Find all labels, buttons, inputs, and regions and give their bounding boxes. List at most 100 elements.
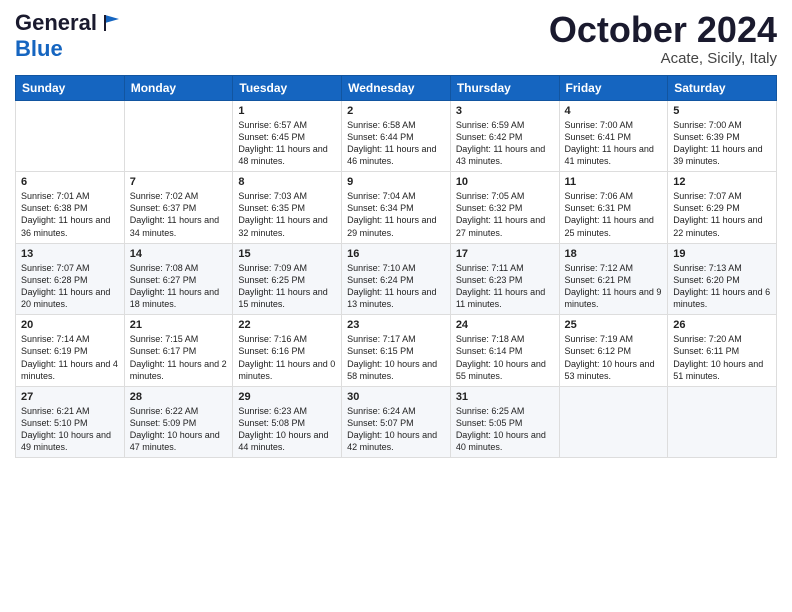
day-number: 24 (456, 319, 554, 331)
cell-info: Sunrise: 7:12 AM Sunset: 6:21 PM Dayligh… (565, 262, 663, 311)
cell-0-5: 4Sunrise: 7:00 AM Sunset: 6:41 PM Daylig… (559, 100, 668, 172)
day-number: 1 (238, 105, 336, 117)
cell-2-6: 19Sunrise: 7:13 AM Sunset: 6:20 PM Dayli… (668, 243, 777, 315)
cell-info: Sunrise: 7:05 AM Sunset: 6:32 PM Dayligh… (456, 190, 554, 239)
day-number: 28 (130, 391, 228, 403)
cell-info: Sunrise: 6:22 AM Sunset: 5:09 PM Dayligh… (130, 405, 228, 454)
header-friday: Friday (559, 75, 668, 100)
location: Acate, Sicily, Italy (549, 50, 777, 67)
cell-info: Sunrise: 7:11 AM Sunset: 6:23 PM Dayligh… (456, 262, 554, 311)
day-number: 22 (238, 319, 336, 331)
cell-info: Sunrise: 7:03 AM Sunset: 6:35 PM Dayligh… (238, 190, 336, 239)
cell-info: Sunrise: 6:21 AM Sunset: 5:10 PM Dayligh… (21, 405, 119, 454)
cell-info: Sunrise: 7:16 AM Sunset: 6:16 PM Dayligh… (238, 333, 336, 382)
cell-3-6: 26Sunrise: 7:20 AM Sunset: 6:11 PM Dayli… (668, 315, 777, 387)
day-number: 12 (673, 176, 771, 188)
cell-info: Sunrise: 7:09 AM Sunset: 6:25 PM Dayligh… (238, 262, 336, 311)
cell-info: Sunrise: 7:08 AM Sunset: 6:27 PM Dayligh… (130, 262, 228, 311)
day-number: 19 (673, 248, 771, 260)
day-number: 8 (238, 176, 336, 188)
cell-0-2: 1 Sunrise: 6:57 AM Sunset: 6:45 PM Daylig… (233, 100, 342, 172)
cell-info: Sunrise: 6:24 AM Sunset: 5:07 PM Dayligh… (347, 405, 445, 454)
cell-1-2: 8 Sunrise: 7:03 AM Sunset: 6:35 PM Daylig… (233, 172, 342, 244)
logo-general-text: General (15, 10, 97, 36)
logo-flag-icon (101, 11, 123, 33)
day-number: 25 (565, 319, 663, 331)
cell-4-3: 30 Sunrise: 6:24 AM Sunset: 5:07 PM Dayli… (342, 386, 451, 458)
header-monday: Monday (124, 75, 233, 100)
day-number: 5 (673, 105, 771, 117)
day-number: 23 (347, 319, 445, 331)
cell-info: Sunrise: 7:00 AM Sunset: 6:39 PM Dayligh… (673, 119, 771, 168)
header-wednesday: Wednesday (342, 75, 451, 100)
cell-4-6 (668, 386, 777, 458)
cell-3-5: 25Sunrise: 7:19 AM Sunset: 6:12 PM Dayli… (559, 315, 668, 387)
day-number: 14 (130, 248, 228, 260)
calendar-page: General Blue October 2024 Acate, Sicily,… (0, 0, 792, 468)
cell-0-1 (124, 100, 233, 172)
logo-blue-text: Blue (15, 36, 63, 61)
cell-info: Sunrise: 6:23 AM Sunset: 5:08 PM Dayligh… (238, 405, 336, 454)
week-row-2: 6 Sunrise: 7:01 AM Sunset: 6:38 PM Daylig… (16, 172, 777, 244)
day-number: 20 (21, 319, 119, 331)
header-thursday: Thursday (450, 75, 559, 100)
cell-2-4: 17 Sunrise: 7:11 AM Sunset: 6:23 PM Dayli… (450, 243, 559, 315)
week-row-4: 20Sunrise: 7:14 AM Sunset: 6:19 PM Dayli… (16, 315, 777, 387)
day-number: 10 (456, 176, 554, 188)
cell-info: Sunrise: 6:58 AM Sunset: 6:44 PM Dayligh… (347, 119, 445, 168)
day-number: 27 (21, 391, 119, 403)
cell-0-4: 3Sunrise: 6:59 AM Sunset: 6:42 PM Daylig… (450, 100, 559, 172)
day-number: 30 (347, 391, 445, 403)
cell-3-1: 21 Sunrise: 7:15 AM Sunset: 6:17 PM Dayli… (124, 315, 233, 387)
cell-info: Sunrise: 7:17 AM Sunset: 6:15 PM Dayligh… (347, 333, 445, 382)
cell-0-6: 5 Sunrise: 7:00 AM Sunset: 6:39 PM Daylig… (668, 100, 777, 172)
cell-info: Sunrise: 7:01 AM Sunset: 6:38 PM Dayligh… (21, 190, 119, 239)
cell-info: Sunrise: 6:25 AM Sunset: 5:05 PM Dayligh… (456, 405, 554, 454)
day-number: 16 (347, 248, 445, 260)
month-title: October 2024 (549, 10, 777, 50)
cell-info: Sunrise: 7:07 AM Sunset: 6:29 PM Dayligh… (673, 190, 771, 239)
cell-2-0: 13Sunrise: 7:07 AM Sunset: 6:28 PM Dayli… (16, 243, 125, 315)
day-number: 11 (565, 176, 663, 188)
cell-info: Sunrise: 7:15 AM Sunset: 6:17 PM Dayligh… (130, 333, 228, 382)
cell-2-5: 18 Sunrise: 7:12 AM Sunset: 6:21 PM Dayli… (559, 243, 668, 315)
cell-4-2: 29 Sunrise: 6:23 AM Sunset: 5:08 PM Dayli… (233, 386, 342, 458)
cell-2-1: 14 Sunrise: 7:08 AM Sunset: 6:27 PM Dayli… (124, 243, 233, 315)
cell-1-6: 12 Sunrise: 7:07 AM Sunset: 6:29 PM Dayli… (668, 172, 777, 244)
header-saturday: Saturday (668, 75, 777, 100)
cell-1-1: 7 Sunrise: 7:02 AM Sunset: 6:37 PM Daylig… (124, 172, 233, 244)
cell-info: Sunrise: 6:59 AM Sunset: 6:42 PM Dayligh… (456, 119, 554, 168)
day-number: 13 (21, 248, 119, 260)
cell-4-5 (559, 386, 668, 458)
day-number: 2 (347, 105, 445, 117)
day-number: 26 (673, 319, 771, 331)
day-number: 17 (456, 248, 554, 260)
day-number: 21 (130, 319, 228, 331)
cell-0-0 (16, 100, 125, 172)
week-row-5: 27 Sunrise: 6:21 AM Sunset: 5:10 PM Dayli… (16, 386, 777, 458)
day-number: 7 (130, 176, 228, 188)
cell-1-4: 10 Sunrise: 7:05 AM Sunset: 6:32 PM Dayli… (450, 172, 559, 244)
cell-info: Sunrise: 7:02 AM Sunset: 6:37 PM Dayligh… (130, 190, 228, 239)
week-row-3: 13Sunrise: 7:07 AM Sunset: 6:28 PM Dayli… (16, 243, 777, 315)
week-row-1: 1 Sunrise: 6:57 AM Sunset: 6:45 PM Daylig… (16, 100, 777, 172)
cell-3-0: 20Sunrise: 7:14 AM Sunset: 6:19 PM Dayli… (16, 315, 125, 387)
cell-4-1: 28 Sunrise: 6:22 AM Sunset: 5:09 PM Dayli… (124, 386, 233, 458)
cell-info: Sunrise: 7:00 AM Sunset: 6:41 PM Dayligh… (565, 119, 663, 168)
cell-info: Sunrise: 7:06 AM Sunset: 6:31 PM Dayligh… (565, 190, 663, 239)
calendar-table: Sunday Monday Tuesday Wednesday Thursday… (15, 75, 777, 459)
logo: General Blue (15, 10, 123, 62)
cell-2-2: 15Sunrise: 7:09 AM Sunset: 6:25 PM Dayli… (233, 243, 342, 315)
cell-info: Sunrise: 6:57 AM Sunset: 6:45 PM Dayligh… (238, 119, 336, 168)
cell-info: Sunrise: 7:04 AM Sunset: 6:34 PM Dayligh… (347, 190, 445, 239)
title-block: October 2024 Acate, Sicily, Italy (549, 10, 777, 67)
cell-3-4: 24 Sunrise: 7:18 AM Sunset: 6:14 PM Dayli… (450, 315, 559, 387)
day-number: 9 (347, 176, 445, 188)
day-number: 29 (238, 391, 336, 403)
day-number: 18 (565, 248, 663, 260)
day-number: 31 (456, 391, 554, 403)
cell-info: Sunrise: 7:18 AM Sunset: 6:14 PM Dayligh… (456, 333, 554, 382)
day-number: 6 (21, 176, 119, 188)
weekday-header-row: Sunday Monday Tuesday Wednesday Thursday… (16, 75, 777, 100)
header: General Blue October 2024 Acate, Sicily,… (15, 10, 777, 67)
